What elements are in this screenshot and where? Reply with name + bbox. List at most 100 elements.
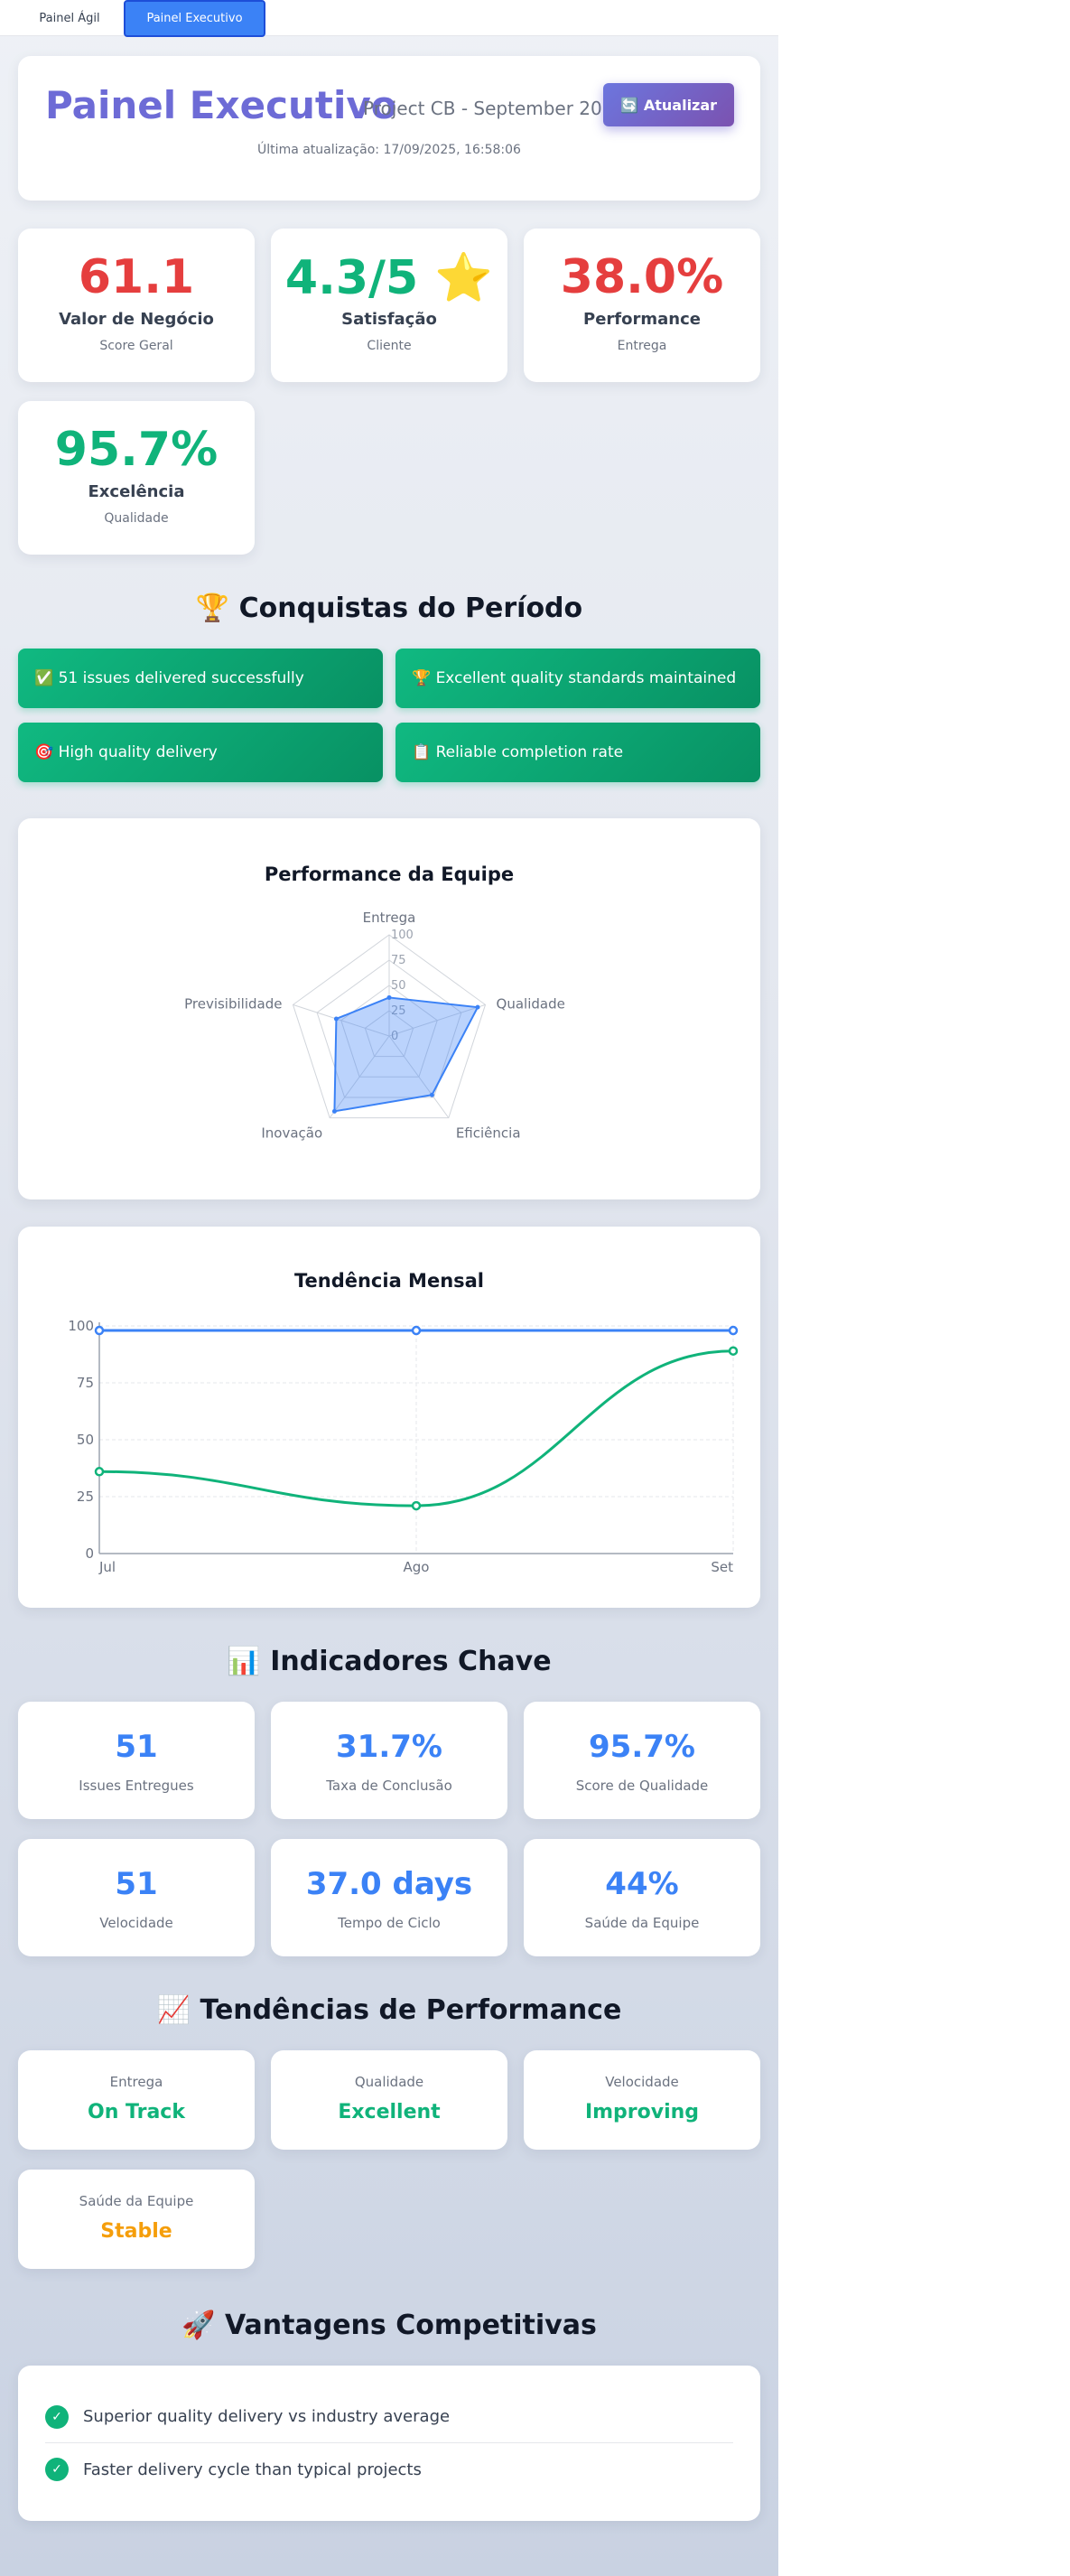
kpi-value: 95.7% [54,423,219,477]
radar-data-point [475,1004,480,1010]
metric-label: Score de Qualidade [575,1778,709,1794]
radar-tick-label: 100 [391,929,414,942]
kpi-card-excellence: 95.7% Excelência Qualidade [18,401,255,555]
achievement-item: ✅ 51 issues delivered successfully [18,649,383,708]
radar-data-point [386,994,392,1000]
advantage-item: ✓ Faster delivery cycle than typical pro… [45,2443,733,2496]
page-subtitle: Project CB - September 2025 [363,98,626,119]
line-data-point [94,1467,105,1477]
kpi-label: Excelência [88,482,185,501]
trend-card-team-health: Saúde da Equipe Stable [18,2170,255,2269]
advantage-item: ✓ Superior quality delivery vs industry … [45,2391,733,2443]
metric-label: Saúde da Equipe [584,1915,700,1931]
advantages-title: 🚀 Vantagens Competitivas [181,2310,597,2341]
tab-painel-agil[interactable]: Painel Ágil [20,0,119,36]
radar-data-point [331,1108,337,1114]
achievement-item: 🎯 High quality delivery [18,723,383,782]
page-title: Painel Executivo [45,83,397,127]
advantage-text: Superior quality delivery vs industry av… [83,2407,451,2426]
kpi-value: 61.1 [78,250,195,304]
metric-card-velocity: 51 Velocidade [18,1839,255,1956]
check-icon: ✓ [45,2458,69,2481]
kpi-sublabel: Entrega [617,339,667,353]
achievements-title: 🏆 Conquistas do Período [195,593,583,624]
trend-value: Excellent [338,2101,441,2123]
tab-bar: Painel Ágil Painel Executivo [0,0,778,37]
line-y-tick-label: 50 [77,1432,94,1448]
kpi-sublabel: Qualidade [104,511,169,526]
kpi-sublabel: Score Geral [99,339,173,353]
last-updated-text: Última atualização: 17/09/2025, 16:58:06 [257,143,521,157]
trend-label: Entrega [109,2074,163,2090]
trend-value: Improving [584,2101,700,2123]
trend-card-delivery: Entrega On Track [18,2050,255,2150]
team-performance-card: Performance da Equipe 0255075100EntregaQ… [18,818,760,1199]
metric-card-quality-score: 95.7% Score de Qualidade [524,1702,760,1819]
kpi-label: Satisfação [341,310,437,329]
metric-card-completion-rate: 31.7% Taxa de Conclusão [271,1702,507,1819]
line-y-tick-label: 25 [77,1489,94,1505]
radar-axis-label: Entrega [363,910,416,926]
line-data-point [728,1346,739,1356]
kpi-sublabel: Cliente [367,339,412,353]
refresh-button[interactable]: 🔄 Atualizar [603,83,734,126]
metric-value: 51 [115,1866,158,1902]
trend-label: Saúde da Equipe [79,2193,194,2209]
radar-axis-label: Qualidade [497,995,565,1012]
kpi-label: Valor de Negócio [59,310,214,329]
trend-card-velocity: Velocidade Improving [524,2050,760,2150]
radar-data-point [429,1092,434,1097]
kpi-card-satisfaction: 4.3/5 ⭐ Satisfação Cliente [271,229,507,382]
trend-value: On Track [88,2101,185,2123]
monthly-trend-card: Tendência Mensal 0 25 50 75 100 Jul Ago Set [18,1227,760,1608]
line-data-point [728,1325,739,1336]
radar-chart: 0255075100EntregaQualidadeEficiênciaInov… [184,910,565,1142]
radar-tick-label: 75 [391,954,406,967]
kpi-value: 4.3/5 ⭐ [284,251,494,305]
refresh-button-label: Atualizar [643,96,718,114]
line-x-tick-label: Jul [98,1559,116,1575]
metric-label: Taxa de Conclusão [326,1778,452,1794]
metric-value: 95.7% [589,1729,695,1765]
achievement-item: 🏆 Excellent quality standards maintained [395,649,760,708]
metric-card-issues: 51 Issues Entregues [18,1702,255,1819]
metric-value: 51 [115,1729,158,1765]
kpi-label: Performance [583,310,701,329]
line-chart: 0 25 50 75 100 Jul Ago Set [68,1318,739,1575]
metric-card-team-health: 44% Saúde da Equipe [524,1839,760,1956]
radar-tick-label: 50 [391,979,406,993]
advantages-card: ✓ Superior quality delivery vs industry … [18,2366,760,2521]
trend-value: Stable [100,2220,172,2243]
metric-label: Tempo de Ciclo [338,1915,441,1931]
check-icon: ✓ [45,2404,69,2429]
line-y-tick-label: 75 [77,1375,94,1391]
line-data-point [411,1500,422,1511]
achievement-item: 📋 Reliable completion rate [395,723,760,782]
radar-axis-label: Previsibilidade [184,995,282,1012]
advantage-text: Faster delivery cycle than typical proje… [83,2459,422,2479]
tab-painel-executivo[interactable]: Painel Executivo [124,0,265,37]
trend-label: Velocidade [605,2074,679,2090]
header-card: Painel Executivo Project CB - September … [18,56,760,201]
metric-value: 37.0 days [305,1866,473,1902]
line-data-point [411,1325,422,1336]
radar-data-point [333,1016,339,1022]
line-x-tick-label: Set [711,1559,733,1575]
metric-label: Issues Entregues [79,1778,194,1794]
line-y-tick-label: 0 [85,1545,94,1562]
radar-axis-label: Inovação [261,1125,322,1142]
radar-axis-label: Eficiência [456,1125,521,1142]
metric-value: 44% [605,1866,679,1902]
line-y-tick-label: 100 [68,1318,94,1334]
trends-title: 📈 Tendências de Performance [156,1994,622,2026]
metric-label: Velocidade [99,1915,173,1931]
line-x-tick-label: Ago [404,1559,430,1575]
kpi-card-business-value: 61.1 Valor de Negócio Score Geral [18,229,255,382]
trend-label: Qualidade [354,2074,424,2090]
line-data-point [94,1325,105,1336]
kpi-card-performance: 38.0% Performance Entrega [524,229,760,382]
metric-card-cycle-time: 37.0 days Tempo de Ciclo [271,1839,507,1956]
app-background: Painel Ágil Painel Executivo Painel Exec… [0,0,778,2576]
refresh-icon: 🔄 [619,96,638,114]
kpi-value: 38.0% [560,250,724,304]
